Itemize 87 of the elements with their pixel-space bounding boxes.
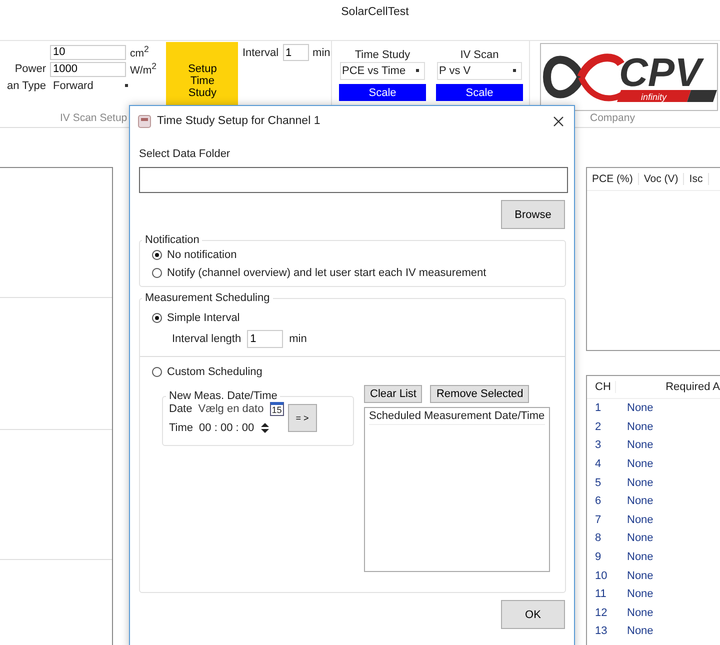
- group-title: New Meas. Date/Time: [168, 390, 278, 402]
- date-picker-placeholder[interactable]: Vælg en dato: [198, 403, 264, 415]
- table-cell-text: None: [626, 625, 654, 638]
- table-cell-text: None: [626, 514, 654, 526]
- scale-button[interactable]: Scale: [339, 84, 426, 101]
- unit-label: min: [312, 46, 330, 58]
- time-field[interactable]: 00 : 00 : 00: [199, 422, 254, 434]
- date-label: Date: [169, 403, 192, 415]
- scan-type-dropdown[interactable]: Forward: [50, 78, 132, 94]
- group-label: IV Scan Setup: [60, 112, 128, 124]
- radio-button[interactable]: [152, 313, 162, 323]
- radio-button[interactable]: [152, 268, 162, 278]
- time-label: Time: [169, 422, 194, 434]
- radio-label: No notification: [167, 249, 237, 261]
- table-cell-text: None: [626, 439, 654, 452]
- table-cell-text: 9: [594, 551, 602, 564]
- table-cell-text: 5: [594, 476, 602, 489]
- app-icon: [138, 114, 151, 128]
- table-cell-text: 11: [594, 588, 608, 600]
- add-button[interactable]: = >: [288, 404, 317, 432]
- table-cell-text: 8: [594, 532, 602, 544]
- table-cell-text: 6: [594, 495, 602, 508]
- radio-button[interactable]: [152, 250, 162, 260]
- plot-dropdown[interactable]: P vs V: [437, 62, 522, 80]
- input-field[interactable]: 1000: [50, 62, 126, 76]
- table-cell-text: None: [626, 458, 654, 470]
- column-header: Isc: [684, 173, 709, 185]
- logo-text: CPV: [619, 51, 702, 95]
- radio-label: Notify (channel overview) and let user start each IV measurement: [167, 267, 486, 279]
- interval-length-field[interactable]: 1: [247, 330, 284, 348]
- close-button[interactable]: [551, 114, 566, 128]
- radio-button[interactable]: [152, 367, 162, 377]
- table-cell-text: 10: [594, 570, 608, 582]
- table-cell-text: 7: [594, 514, 602, 526]
- logo-subtext: infinity: [641, 92, 667, 102]
- field-label: an Type: [6, 80, 47, 92]
- table-cell-text: None: [626, 606, 654, 619]
- calendar-button[interactable]: 15: [270, 402, 284, 416]
- table-cell-text: None: [626, 420, 654, 433]
- table-cell-text: None: [626, 588, 654, 600]
- table-cell-text: 13: [594, 625, 608, 638]
- table-cell-text: 2: [594, 420, 602, 433]
- table-cell-text: 12: [594, 606, 608, 619]
- interval-label: Interval: [242, 46, 279, 58]
- table-cell-text: 1: [594, 402, 602, 414]
- radio-label: Simple Interval: [167, 312, 240, 324]
- remove-selected-button[interactable]: Remove Selected: [430, 385, 530, 403]
- unit-label: W/m$^{2}$: [130, 61, 156, 77]
- column-header: Required A: [664, 381, 720, 393]
- plot-label: Time Study: [354, 49, 410, 61]
- column-header: PCE (%): [587, 173, 639, 185]
- caret-icon: [125, 84, 129, 88]
- table-cell-text: None: [626, 570, 654, 582]
- column-header: Scheduled Measurement Date/Time: [369, 410, 545, 425]
- browse-button[interactable]: Browse: [501, 200, 565, 229]
- input-field[interactable]: 10: [50, 44, 126, 60]
- app-title: SolarCellTest: [341, 6, 409, 20]
- table-cell-text: None: [626, 495, 654, 508]
- caret-icon: [513, 69, 517, 73]
- interval-length-label: Interval length: [172, 333, 242, 345]
- group-label: Company: [590, 112, 635, 124]
- radio-label: Custom Scheduling: [167, 366, 262, 378]
- plot-label: IV Scan: [460, 49, 499, 61]
- column-header: Voc (V): [638, 173, 684, 185]
- clear-list-button[interactable]: Clear List: [364, 385, 422, 403]
- column-header: CH: [587, 381, 616, 393]
- field-label: Power: [14, 63, 47, 75]
- unit-label: min: [289, 333, 307, 345]
- caret-icon: [416, 69, 420, 73]
- table-cell-text: None: [626, 532, 654, 544]
- schedule-list[interactable]: Scheduled Measurement Date/Time: [364, 407, 550, 572]
- table-cell-text: None: [626, 476, 654, 489]
- group-title: Measurement Scheduling: [144, 292, 271, 304]
- interval-field[interactable]: 1: [282, 44, 309, 61]
- close-icon: [553, 116, 564, 126]
- group-title: Notification: [144, 234, 200, 246]
- scale-button[interactable]: Scale: [436, 84, 523, 101]
- ok-button[interactable]: OK: [501, 600, 565, 629]
- folder-field[interactable]: [139, 167, 568, 193]
- folder-label: Select Data Folder: [139, 148, 232, 160]
- table-cell-text: 3: [594, 439, 602, 452]
- unit-label: cm$^{2}$: [130, 44, 149, 60]
- table-cell-text: None: [626, 551, 654, 564]
- plot-dropdown[interactable]: PCE vs Time: [340, 62, 425, 80]
- table-cell-text: 4: [594, 458, 602, 470]
- table-cell-text: None: [626, 402, 654, 414]
- spinner-icon[interactable]: [260, 422, 270, 434]
